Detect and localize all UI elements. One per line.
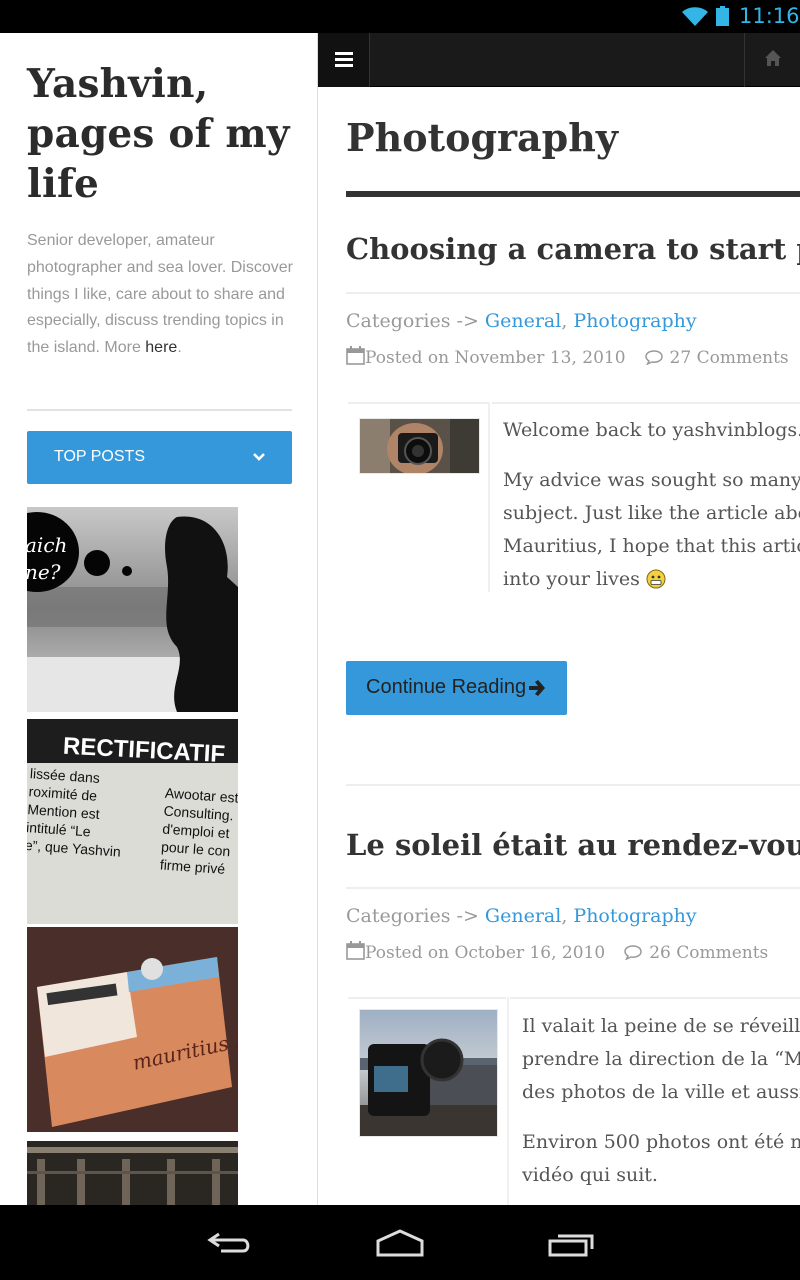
battery-icon xyxy=(716,6,729,26)
excerpt-line: des photos de la ville et aussi xyxy=(522,1081,800,1103)
top-nav-bar xyxy=(318,33,800,87)
calendar-icon xyxy=(346,346,365,365)
site-description: Senior developer, amateur photographer a… xyxy=(27,228,295,362)
comment-icon xyxy=(644,350,663,366)
post-categories: Categories -> General, Photography xyxy=(346,905,697,927)
category-separator: , xyxy=(561,905,574,927)
post-categories: Categories -> General, Photography xyxy=(346,310,697,332)
category-link-general[interactable]: General xyxy=(485,905,561,927)
excerpt-line: Welcome back to yashvinblogs. xyxy=(503,419,800,441)
post-divider xyxy=(348,402,488,404)
category-link-general[interactable]: General xyxy=(485,310,561,332)
post-divider xyxy=(492,402,800,404)
sidebar: Yashvin, pages of my life Senior develop… xyxy=(0,33,318,1205)
post-divider xyxy=(348,997,506,999)
here-link[interactable]: here xyxy=(145,339,177,356)
thumb-rectificatif-photo[interactable]: RECTIFICATIF lissée dans roximité de Men… xyxy=(27,719,238,924)
categories-prefix: Categories -> xyxy=(346,905,485,927)
calendar-icon xyxy=(346,941,365,960)
back-icon[interactable] xyxy=(207,1231,253,1255)
post-title[interactable]: Le soleil était au rendez-vous. xyxy=(346,828,800,862)
category-link-photography[interactable]: Photography xyxy=(573,905,696,927)
thumb-building-image xyxy=(27,1141,238,1205)
post-meta: Posted on November 13, 2010 27 Comments xyxy=(346,346,789,368)
home-nav-icon[interactable] xyxy=(375,1229,425,1257)
thumb-parcel-photo[interactable]: mauritius 38 xyxy=(27,927,238,1132)
post-divider xyxy=(346,292,800,294)
excerpt-line-wrap: into your lives xyxy=(503,563,800,596)
comments-count: 26 Comments xyxy=(649,943,769,963)
main-content: Photography Choosing a camera to start p… xyxy=(319,87,800,1205)
camera-city-image xyxy=(360,1010,497,1136)
thumb-girl-text-1: aich xyxy=(27,533,67,557)
post-excerpt: Il valait la peine de se réveiller prend… xyxy=(522,1010,800,1192)
excerpt-line: prendre la direction de la “Mo xyxy=(522,1048,800,1070)
post-date: Posted on October 16, 2010 xyxy=(365,943,606,963)
post-thumbnail[interactable] xyxy=(359,1009,498,1137)
site-description-end: . xyxy=(177,339,182,357)
excerpt-line: Mauritius, I hope that this article xyxy=(503,535,800,557)
smiley-icon xyxy=(646,569,666,589)
menu-button[interactable] xyxy=(318,33,370,87)
thumb-building-photo[interactable] xyxy=(27,1141,238,1205)
category-separator: , xyxy=(561,310,574,332)
excerpt-line: My advice was sought so many xyxy=(503,469,800,491)
continue-reading-button[interactable]: Continue Reading xyxy=(346,661,567,715)
image-divider xyxy=(488,402,490,592)
post-title[interactable]: Choosing a camera to start photography xyxy=(346,232,800,266)
home-icon xyxy=(765,50,781,66)
camera-portrait-image xyxy=(360,419,479,473)
post-divider xyxy=(510,997,800,999)
arrow-right-icon xyxy=(529,680,545,696)
continue-reading-label: Continue Reading xyxy=(366,676,527,698)
thumb-girl-photo[interactable]: aich ne? xyxy=(27,507,238,712)
comments-link[interactable]: 27 Comments xyxy=(644,348,789,368)
excerpt-line: into your lives xyxy=(503,568,646,590)
recents-icon[interactable] xyxy=(548,1231,596,1257)
comments-count: 27 Comments xyxy=(669,348,789,368)
post-date: Posted on November 13, 2010 xyxy=(365,348,626,368)
thumb-girl-text-2: ne? xyxy=(27,560,61,584)
post-meta: Posted on October 16, 2010 26 Comments xyxy=(346,941,768,963)
status-bar: 11:16 xyxy=(0,0,800,33)
excerpt-line: Environ 500 photos ont été né xyxy=(522,1131,800,1153)
top-posts-dropdown[interactable]: TOP POSTS xyxy=(27,431,292,484)
comments-link[interactable]: 26 Comments xyxy=(623,943,768,963)
excerpt-line: vidéo qui suit. xyxy=(522,1164,658,1186)
site-title[interactable]: Yashvin, pages of my life xyxy=(27,59,307,209)
post-thumbnail[interactable] xyxy=(359,418,480,474)
comment-icon xyxy=(624,945,642,961)
thumb-parcel-image: mauritius 38 xyxy=(27,927,238,1132)
image-divider xyxy=(507,997,509,1205)
clock: 11:16 xyxy=(739,4,800,28)
top-posts-label: TOP POSTS xyxy=(54,448,145,465)
chevron-down-icon xyxy=(253,453,265,461)
home-button[interactable] xyxy=(744,33,800,87)
thumb-girl-image: aich ne? xyxy=(27,507,238,712)
post-divider xyxy=(346,887,800,889)
page-title: Photography xyxy=(346,115,618,160)
excerpt-line: subject. Just like the article abo xyxy=(503,502,800,524)
site-description-text: Senior developer, amateur photographer a… xyxy=(27,232,293,357)
post-divider xyxy=(346,784,800,786)
category-link-photography[interactable]: Photography xyxy=(573,310,696,332)
thumb-rectificatif-image: RECTIFICATIF lissée dans roximité de Men… xyxy=(27,719,238,924)
excerpt-line: Il valait la peine de se réveiller xyxy=(522,1015,800,1037)
menu-icon xyxy=(335,52,353,67)
categories-prefix: Categories -> xyxy=(346,310,485,332)
post-excerpt: Welcome back to yashvinblogs. My advice … xyxy=(503,414,800,596)
title-rule xyxy=(346,191,800,197)
wifi-icon xyxy=(682,7,708,26)
system-nav-bar xyxy=(0,1205,800,1280)
sidebar-divider xyxy=(27,409,292,411)
